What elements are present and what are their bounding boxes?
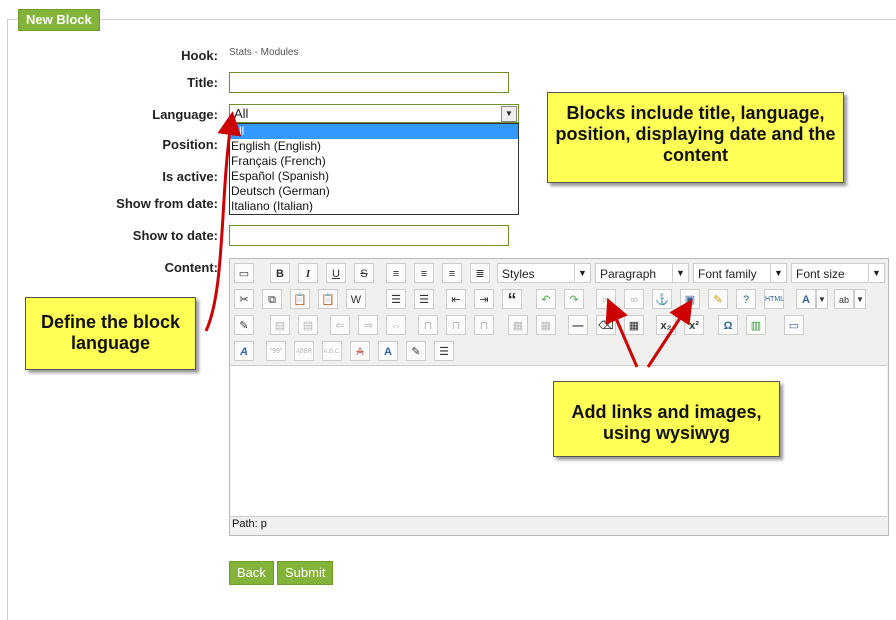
callout-language: Define the block language [25, 297, 196, 370]
arrow-image [646, 298, 693, 368]
annotation-arrows [204, 111, 693, 368]
callout-links: Add links and images, using wysiwyg [553, 381, 780, 457]
arrow-language [204, 111, 242, 332]
callout-blocks: Blocks include title, language, position… [547, 92, 844, 183]
arrow-link [605, 297, 639, 368]
